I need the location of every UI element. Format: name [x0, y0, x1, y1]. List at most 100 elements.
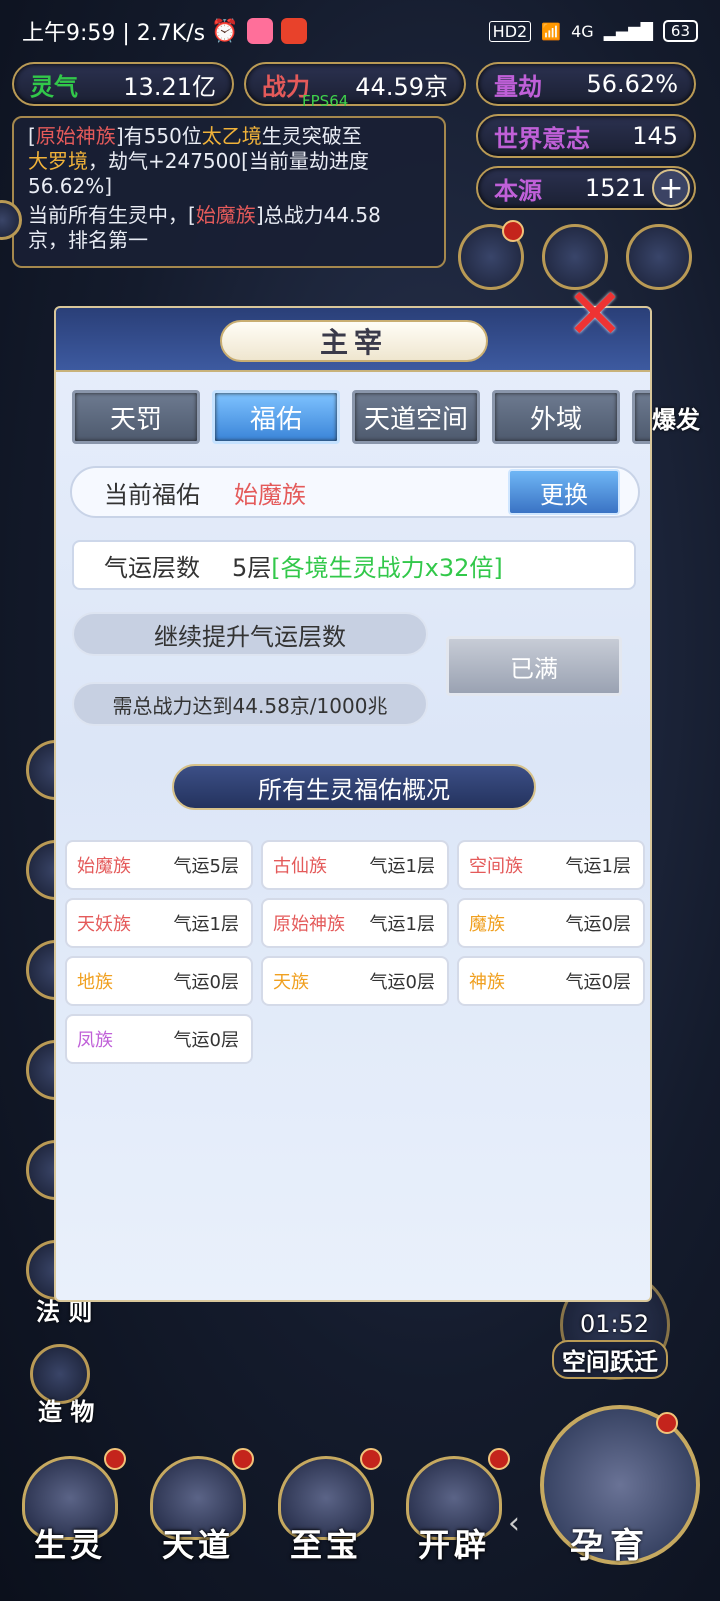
add-benyuan-button[interactable]: +	[652, 169, 690, 207]
resource-label: 本源	[494, 176, 542, 205]
msg-text: 当前所有生灵中，[	[28, 203, 196, 227]
luck-bonus: [各境生灵战力x32倍]	[271, 553, 503, 582]
space-jump-timer: 01:52	[580, 1310, 650, 1338]
current-blessing-value: 始魔族	[234, 480, 306, 509]
tab-waiyu[interactable]: 外域	[492, 390, 620, 444]
nav-label: 开辟	[417, 1526, 490, 1564]
resource-label: 世界意志	[494, 124, 590, 153]
race-cell: 魔族 气运0层	[457, 898, 645, 948]
change-button[interactable]: 更换	[508, 469, 620, 515]
msg-realm: 太乙境	[201, 124, 262, 148]
race-name: 空间族	[469, 856, 523, 877]
tab-tianfa[interactable]: 天罚	[72, 390, 200, 444]
msg-race: 原始神族	[35, 124, 116, 148]
dialog-title: 主宰	[220, 320, 488, 362]
resource-label: 量劫	[494, 72, 542, 101]
chat-button[interactable]	[626, 224, 692, 290]
resource-value: 1521	[584, 174, 646, 202]
tab-overflow[interactable]	[632, 390, 650, 444]
full-button[interactable]: 已满	[446, 636, 622, 696]
luck-level-row: 气运层数 5层 [各境生灵战力x32倍]	[72, 540, 636, 590]
resource-shijie: 世界意志 145	[476, 114, 696, 158]
resource-liangjie: 量劫 56.62%	[476, 62, 696, 106]
space-jump-label[interactable]: 空间跃迁	[552, 1340, 668, 1379]
race-luck: 气运0层	[173, 1030, 239, 1051]
notification-dot	[656, 1412, 678, 1434]
nav-zhibao[interactable]: 至宝	[268, 1456, 384, 1566]
signal-icon: 📶	[541, 21, 562, 41]
race-luck: 气运5层	[173, 856, 239, 877]
battery-indicator: 63	[662, 20, 698, 42]
burst-button-peek[interactable]: 爆发	[652, 400, 700, 435]
race-name: 天妖族	[77, 914, 131, 935]
status-bar: 上午9:59 | 2.7K/s ⏰ HD2 📶 4G ▂▄▆█ 63	[0, 0, 720, 62]
back-gesture-icon[interactable]: ‹	[508, 1506, 520, 1541]
race-cell: 天妖族 气运1层	[65, 898, 253, 948]
race-name: 地族	[77, 972, 113, 993]
resource-value: 44.59京	[355, 72, 448, 101]
creation-label[interactable]: 造 物	[38, 1392, 94, 1427]
race-luck: 气运1层	[369, 914, 435, 935]
nav-label: 生灵	[33, 1526, 106, 1564]
msg-text: ]有550位	[115, 124, 202, 148]
notification-dot	[488, 1448, 510, 1470]
nav-tiandao[interactable]: 天道	[140, 1456, 256, 1566]
nav-label: 至宝	[289, 1526, 362, 1564]
notification-dot	[232, 1448, 254, 1470]
race-name: 天族	[273, 972, 309, 993]
race-name: 神族	[469, 972, 505, 993]
status-time: 上午9:59 | 2.7K/s	[22, 21, 206, 46]
resource-label: 灵气	[30, 72, 78, 101]
nav-label: 天道	[161, 1526, 234, 1564]
race-luck: 气运1层	[369, 856, 435, 877]
race-cell: 天族 气运0层	[261, 956, 449, 1006]
race-luck: 气运0层	[565, 972, 631, 993]
signal-icon: ▂▄▆█	[603, 21, 653, 41]
race-name: 始魔族	[77, 856, 131, 877]
requirement-text: 需总战力达到44.58京/1000兆	[72, 682, 428, 726]
race-cell: 始魔族 气运5层	[65, 840, 253, 890]
msg-text: ]总战力44.58	[255, 203, 381, 227]
race-luck: 气运0层	[369, 972, 435, 993]
notification-dot	[104, 1448, 126, 1470]
resource-value: 13.21亿	[123, 72, 216, 101]
race-grid: 始魔族 气运5层 古仙族 气运1层 空间族 气运1层 天妖族 气运1层 原始神族 气运1层…	[65, 840, 645, 1064]
app-icon	[280, 18, 307, 44]
race-cell: 神族 气运0层	[457, 956, 645, 1006]
overview-banner: 所有生灵福佑概况	[172, 764, 536, 810]
alarm-icon: ⏰	[211, 18, 239, 44]
race-luck: 气运0层	[565, 914, 631, 935]
race-luck: 气运1层	[565, 856, 631, 877]
close-icon[interactable]: ✕	[560, 279, 630, 354]
msg-race: 始魔族	[195, 203, 256, 227]
race-name: 原始神族	[273, 914, 345, 935]
race-cell: 空间族 气运1层	[457, 840, 645, 890]
tab-fuyou[interactable]: 福佑	[212, 390, 340, 444]
dominator-dialog: 主宰 天罚 福佑 天道空间 外域 当前福佑 始魔族 更换 气运层数 5层 [各境…	[54, 306, 652, 1302]
notification-dot	[502, 220, 524, 242]
race-cell: 凤族 气运0层	[65, 1014, 253, 1064]
nav-kaipi[interactable]: 开辟	[396, 1456, 512, 1566]
luck-value: 5层	[232, 553, 272, 582]
network-type: 4G	[571, 21, 594, 41]
race-name: 魔族	[469, 914, 505, 935]
msg-text: 京，排名第一	[28, 228, 148, 252]
msg-text: ，劫气+247500[当前量劫进度	[88, 149, 369, 173]
luck-label: 气运层数	[104, 553, 200, 582]
message-log: [原始神族]有550位太乙境生灵突破至 大罗境，劫气+247500[当前量劫进度…	[12, 116, 446, 268]
race-name: 古仙族	[273, 856, 327, 877]
tab-tiandao-space[interactable]: 天道空间	[352, 390, 480, 444]
msg-text: 56.62%]	[28, 174, 113, 198]
app-icon	[246, 18, 273, 44]
msg-realm: 大罗境	[28, 149, 88, 173]
resource-benyuan: 本源 1521 +	[476, 166, 696, 210]
msg-text: [	[28, 124, 36, 148]
nav-yunyu-label[interactable]: 孕育	[570, 1518, 650, 1567]
race-cell: 原始神族 气运1层	[261, 898, 449, 948]
msg-text: 生灵突破至	[261, 124, 362, 148]
hd-indicator: HD2	[488, 20, 532, 42]
nav-shengling[interactable]: 生灵	[12, 1456, 128, 1566]
race-cell: 地族 气运0层	[65, 956, 253, 1006]
resource-zhanli: 战力 44.59京	[244, 62, 466, 106]
fps-counter: FPS64	[302, 92, 349, 110]
